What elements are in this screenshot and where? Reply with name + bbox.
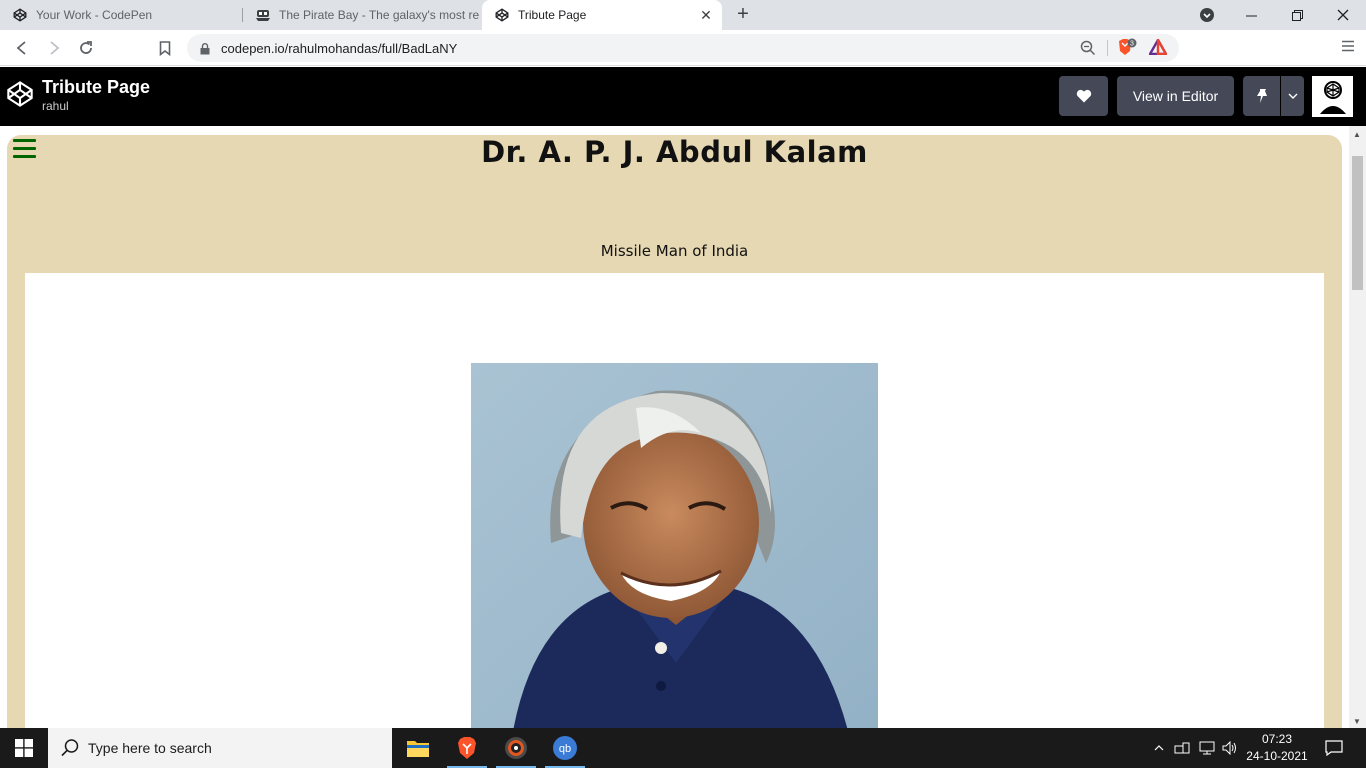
clock-time: 07:23	[1261, 732, 1293, 746]
qbittorrent-icon: qb	[553, 736, 577, 760]
show-hidden-icons-button[interactable]	[1150, 728, 1168, 768]
pirate-ship-icon	[255, 7, 271, 23]
forward-arrow-icon	[50, 41, 60, 55]
tab-title: Tribute Page	[518, 8, 587, 22]
search-placeholder: Type here to search	[88, 740, 212, 756]
codepen-header: Tribute Page rahul View in Editor	[0, 67, 1366, 126]
usb-device-icon	[1174, 742, 1190, 754]
restore-icon	[1291, 9, 1303, 21]
brave-shield-icon[interactable]: 3	[1116, 38, 1138, 58]
codepen-logo-icon[interactable]	[6, 80, 34, 113]
taskbar-clock[interactable]: 07:23 24-10-2021	[1240, 731, 1314, 765]
clock-date: 24-10-2021	[1246, 749, 1308, 763]
back-button[interactable]	[10, 36, 34, 60]
image-panel	[25, 273, 1324, 728]
lock-icon[interactable]	[200, 42, 210, 60]
pin-button[interactable]	[1243, 76, 1280, 116]
tab-your-work[interactable]: Your Work - CodePen	[0, 0, 242, 30]
page-scrollbar[interactable]: ▲ ▼	[1349, 126, 1366, 728]
pin-icon	[1256, 89, 1267, 103]
bookmark-button[interactable]	[153, 36, 177, 60]
minimize-button[interactable]	[1228, 0, 1274, 30]
search-icon	[60, 738, 80, 763]
reload-button[interactable]	[74, 36, 98, 60]
forward-button[interactable]	[42, 36, 66, 60]
action-center-button[interactable]	[1318, 728, 1350, 768]
media-player-icon	[505, 737, 527, 759]
network-icon	[1199, 741, 1215, 755]
new-tab-button[interactable]: +	[732, 3, 754, 25]
omnibox-divider	[1107, 40, 1108, 56]
page-title: Dr. A. P. J. Abdul Kalam	[481, 135, 868, 169]
tray-device-icon[interactable]	[1172, 728, 1192, 768]
address-bar[interactable]: codepen.io/rahulmohandas/full/BadLaNY 3	[187, 34, 1179, 62]
page-subtitle: Missile Man of India	[600, 242, 749, 260]
chevron-up-icon	[1154, 745, 1164, 751]
url-text[interactable]: codepen.io/rahulmohandas/full/BadLaNY	[221, 41, 457, 56]
brave-lion-icon	[458, 737, 476, 759]
pen-author-link[interactable]: rahul	[42, 99, 69, 113]
tab-tribute-page[interactable]: Tribute Page ✕	[482, 0, 722, 30]
zoom-icon[interactable]	[1080, 40, 1096, 61]
taskbar-brave[interactable]	[443, 728, 491, 768]
portrait-image	[471, 363, 878, 728]
heart-icon	[1076, 89, 1091, 103]
view-in-editor-button[interactable]: View in Editor	[1117, 76, 1234, 116]
brave-rewards-icon[interactable]	[1147, 35, 1169, 60]
chevron-down-icon	[1288, 93, 1297, 99]
hamburger-menu-icon	[1342, 40, 1354, 52]
windows-taskbar: Type here to search qb 07:23 24-10-2021	[0, 728, 1366, 768]
speaker-icon	[1222, 741, 1236, 755]
tray-network-icon[interactable]	[1197, 728, 1217, 768]
back-arrow-icon	[16, 41, 26, 55]
taskbar-qbittorrent[interactable]: qb	[541, 728, 589, 768]
browser-toolbar: codepen.io/rahulmohandas/full/BadLaNY 3	[0, 30, 1366, 66]
codepen-icon	[494, 7, 510, 23]
tray-volume-icon[interactable]	[1220, 728, 1240, 768]
tribute-section: Dr. A. P. J. Abdul Kalam Missile Man of …	[7, 135, 1342, 728]
page-viewport: Dr. A. P. J. Abdul Kalam Missile Man of …	[0, 126, 1366, 728]
bookmark-icon	[159, 40, 171, 56]
pin-dropdown-button[interactable]	[1281, 76, 1304, 116]
avatar-icon	[1319, 80, 1346, 114]
scroll-down-arrow-icon[interactable]: ▼	[1353, 717, 1361, 726]
taskbar-file-explorer[interactable]	[394, 728, 442, 768]
browser-menu-button[interactable]	[1342, 39, 1354, 57]
tab-title: Your Work - CodePen	[36, 8, 153, 22]
chevron-down-circle-icon	[1200, 8, 1214, 22]
minimize-icon	[1245, 15, 1257, 16]
like-button[interactable]	[1059, 76, 1108, 116]
close-window-button[interactable]	[1320, 0, 1366, 30]
user-avatar[interactable]	[1312, 76, 1353, 117]
pen-title: Tribute Page	[42, 77, 151, 97]
notification-icon	[1325, 740, 1343, 756]
scrollbar-thumb[interactable]	[1352, 156, 1363, 290]
tab-pirate-bay[interactable]: The Pirate Bay - The galaxy's most resil…	[243, 0, 479, 30]
shield-count-badge: 3	[1130, 41, 1134, 48]
tab-title: The Pirate Bay - The galaxy's most resil…	[279, 8, 479, 22]
codepen-icon	[12, 7, 28, 23]
windows-logo-icon	[15, 739, 33, 757]
folder-icon	[407, 741, 429, 757]
taskbar-search-box[interactable]: Type here to search	[48, 728, 392, 768]
reload-icon	[80, 41, 92, 54]
svg-text:qb: qb	[559, 743, 571, 755]
restore-button[interactable]	[1274, 0, 1320, 30]
taskbar-media-player[interactable]	[492, 728, 540, 768]
close-icon	[1337, 9, 1349, 21]
tab-search-button[interactable]	[1184, 0, 1230, 30]
start-button[interactable]	[0, 728, 48, 768]
close-tab-icon[interactable]: ✕	[698, 7, 714, 23]
browser-tab-strip: Your Work - CodePen The Pirate Bay - The…	[0, 0, 1366, 30]
scroll-up-arrow-icon[interactable]: ▲	[1353, 130, 1361, 139]
